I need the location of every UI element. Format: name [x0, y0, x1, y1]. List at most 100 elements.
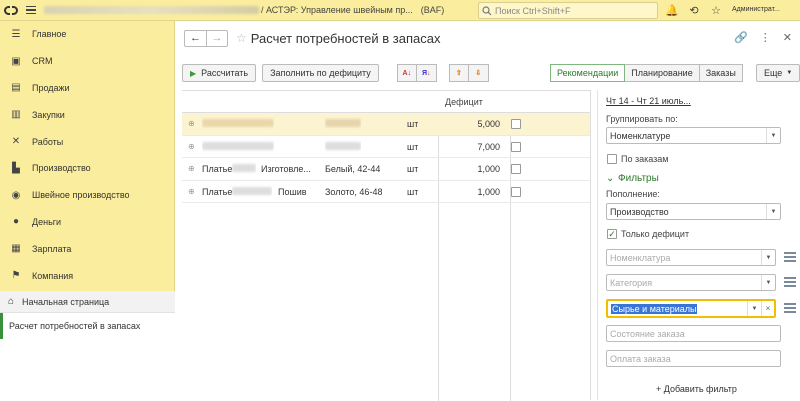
by-orders-checkbox[interactable] — [607, 154, 617, 164]
menu-lines-icon: ☰ — [11, 28, 21, 40]
filter-settings-icon[interactable] — [784, 252, 796, 262]
history-icon[interactable]: ⟲ — [688, 5, 700, 17]
sort-asc-icon[interactable]: А ↓ — [396, 64, 417, 82]
sidebar-item-label: Главное — [32, 29, 67, 40]
tab-planning[interactable]: Планирование — [625, 64, 700, 82]
salary-icon: ▦ — [11, 243, 21, 255]
table-row[interactable]: ⊕ шт 7,000 — [182, 136, 590, 158]
characteristic-cell — [325, 136, 361, 158]
group-by-select[interactable]: Номенклатуре ▼ — [606, 127, 781, 144]
expand-plus-icon[interactable]: ⊕ — [188, 113, 195, 135]
replenishment-value: Производство — [610, 206, 669, 217]
tab-orders-label: Заказы — [705, 68, 736, 78]
sidebar-item-salary[interactable]: ▦ Зарплата — [0, 235, 174, 262]
table-row[interactable]: ⊕ шт 5,000 — [182, 113, 590, 136]
fill-by-deficit-button[interactable]: Заполнить по дефициту — [262, 64, 379, 82]
blurred-text — [232, 186, 272, 195]
needs-table: Дефицит ⊕ шт 5,000 ⊕ шт 7,000 ⊕ Платье И… — [182, 90, 591, 401]
dropdown-arrow-icon[interactable]: ▼ — [766, 204, 780, 219]
row-checkbox[interactable] — [511, 141, 521, 152]
link-icon[interactable]: 🔗 — [734, 31, 748, 44]
filters-chevron-icon[interactable]: ⌄ — [606, 173, 614, 184]
expand-plus-icon[interactable]: ⊕ — [188, 181, 195, 203]
calculate-button[interactable]: ▶ Рассчитать — [182, 64, 257, 82]
category-value-input[interactable]: Сырье и материалы ▼ × — [606, 299, 776, 318]
home-page-label: Начальная страница — [22, 296, 110, 307]
top-bar: / АСТЭР: Управление швейным пр... (BAF) … — [0, 0, 800, 21]
forward-arrow-icon[interactable]: → — [206, 30, 227, 46]
nomenclature-filter-input[interactable]: Номенклатура ▼ — [606, 249, 776, 266]
sidebar-item-production[interactable]: ▙ Производство — [0, 155, 174, 182]
deficit-cell: 1,000 — [477, 186, 500, 197]
category-placeholder: Категория — [610, 277, 653, 288]
row-checkbox[interactable] — [511, 164, 521, 174]
tab-orders[interactable]: Заказы — [699, 64, 743, 82]
by-orders-label: По заказам — [621, 154, 669, 164]
nomenclature-cell-suffix: Изготовле... — [261, 164, 311, 174]
blurred-text — [202, 141, 274, 150]
clear-filter-icon[interactable]: ⇩ — [468, 64, 489, 82]
search-input[interactable]: Поиск Ctrl+Shift+F — [478, 2, 658, 19]
dropdown-arrow-icon[interactable]: ▼ — [766, 128, 780, 143]
dropdown-arrow-icon[interactable]: ▼ — [761, 250, 775, 265]
column-header-deficit[interactable]: Дефицит — [445, 91, 483, 113]
sidebar-item-label: Деньги — [32, 216, 62, 227]
sidebar-item-label: CRM — [32, 56, 53, 67]
bell-icon[interactable]: 🔔 — [665, 5, 679, 17]
home-page-link[interactable]: ⌂ Начальная страница — [0, 291, 175, 313]
dropdown-arrow-icon[interactable]: ▼ — [747, 301, 761, 316]
back-arrow-icon[interactable]: ← — [185, 31, 206, 46]
clear-icon[interactable]: × — [761, 301, 774, 316]
filter-settings-icon[interactable] — [784, 303, 796, 313]
only-deficit-checkbox[interactable]: ✓ — [607, 229, 617, 239]
tab-recommendations[interactable]: Рекомендации — [550, 64, 626, 82]
favorites-star-icon[interactable]: ☆ — [710, 5, 722, 17]
dropdown-arrow-icon[interactable]: ▼ — [761, 275, 775, 290]
sidebar-item-purchases[interactable]: ▥ Закупки — [0, 101, 174, 128]
characteristic-cell: Золото, 46-48 — [325, 186, 383, 197]
home-icon: ⌂ — [8, 296, 15, 307]
add-filter-button[interactable]: + Добавить фильтр — [656, 384, 737, 394]
filter-buttons: ⇧ ⇩ — [448, 64, 489, 82]
set-filter-icon[interactable]: ⇧ — [448, 64, 469, 82]
expand-plus-icon[interactable]: ⊕ — [188, 158, 195, 180]
current-window-link[interactable]: Расчет потребностей в запасах — [0, 313, 175, 339]
sidebar-item-money[interactable]: ● Деньги — [0, 209, 174, 236]
tab-planning-label: Планирование — [631, 68, 693, 78]
table-row[interactable]: ⊕ Платье Пошив Золото, 46-48 шт 1,000 — [182, 181, 590, 203]
sidebar-item-label: Зарплата — [32, 243, 72, 254]
user-name[interactable]: Администрат... — [732, 6, 780, 13]
close-icon[interactable]: ✕ — [783, 31, 792, 44]
sidebar-item-company[interactable]: ⚑ Компания — [0, 262, 174, 289]
expand-plus-icon[interactable]: ⊕ — [188, 136, 195, 158]
more-button[interactable]: Еще ▼ — [756, 64, 800, 82]
search-placeholder: Поиск Ctrl+Shift+F — [495, 5, 571, 16]
favorite-star-icon[interactable]: ☆ — [236, 31, 247, 45]
table-row[interactable]: ⊕ Платье Изготовле... Белый, 42-44 шт 1,… — [182, 158, 590, 181]
hamburger-menu-icon[interactable] — [22, 0, 40, 21]
replenishment-label: Пополнение: — [606, 189, 660, 199]
money-icon: ● — [12, 216, 20, 228]
sidebar-item-crm[interactable]: ▣ CRM — [0, 48, 174, 75]
sidebar-item-label: Производство — [32, 163, 91, 174]
filters-title[interactable]: Фильтры — [618, 173, 659, 184]
app-logo-icon[interactable] — [0, 0, 22, 21]
sidebar-item-sales[interactable]: ▤ Продажи — [0, 75, 174, 102]
row-checkbox[interactable] — [511, 186, 521, 197]
main-content: ← → ☆ Расчет потребностей в запасах 🔗 ⋮ … — [176, 21, 800, 401]
deficit-cell: 7,000 — [477, 141, 500, 152]
period-link[interactable]: Чт 14 - Чт 21 июль... — [606, 96, 691, 106]
category-filter-input[interactable]: Категория ▼ — [606, 274, 776, 291]
replenishment-select[interactable]: Производство ▼ — [606, 203, 781, 220]
more-vertical-icon[interactable]: ⋮ — [760, 31, 771, 44]
sidebar-item-main[interactable]: ☰ Главное — [0, 21, 174, 48]
order-payment-filter-input[interactable]: Оплата заказа — [606, 350, 781, 367]
view-tabs: Рекомендации Планирование Заказы — [550, 64, 743, 82]
order-state-filter-input[interactable]: Состояние заказа — [606, 325, 781, 342]
sidebar-item-works[interactable]: ✕ Работы — [0, 128, 174, 155]
sort-desc-icon[interactable]: Я ↓ — [416, 64, 437, 82]
row-checkbox[interactable] — [511, 119, 521, 129]
tab-recommendations-label: Рекомендации — [557, 68, 619, 78]
filter-settings-icon[interactable] — [784, 277, 796, 287]
sidebar-item-sewing[interactable]: ◉ Швейное производство — [0, 182, 174, 209]
